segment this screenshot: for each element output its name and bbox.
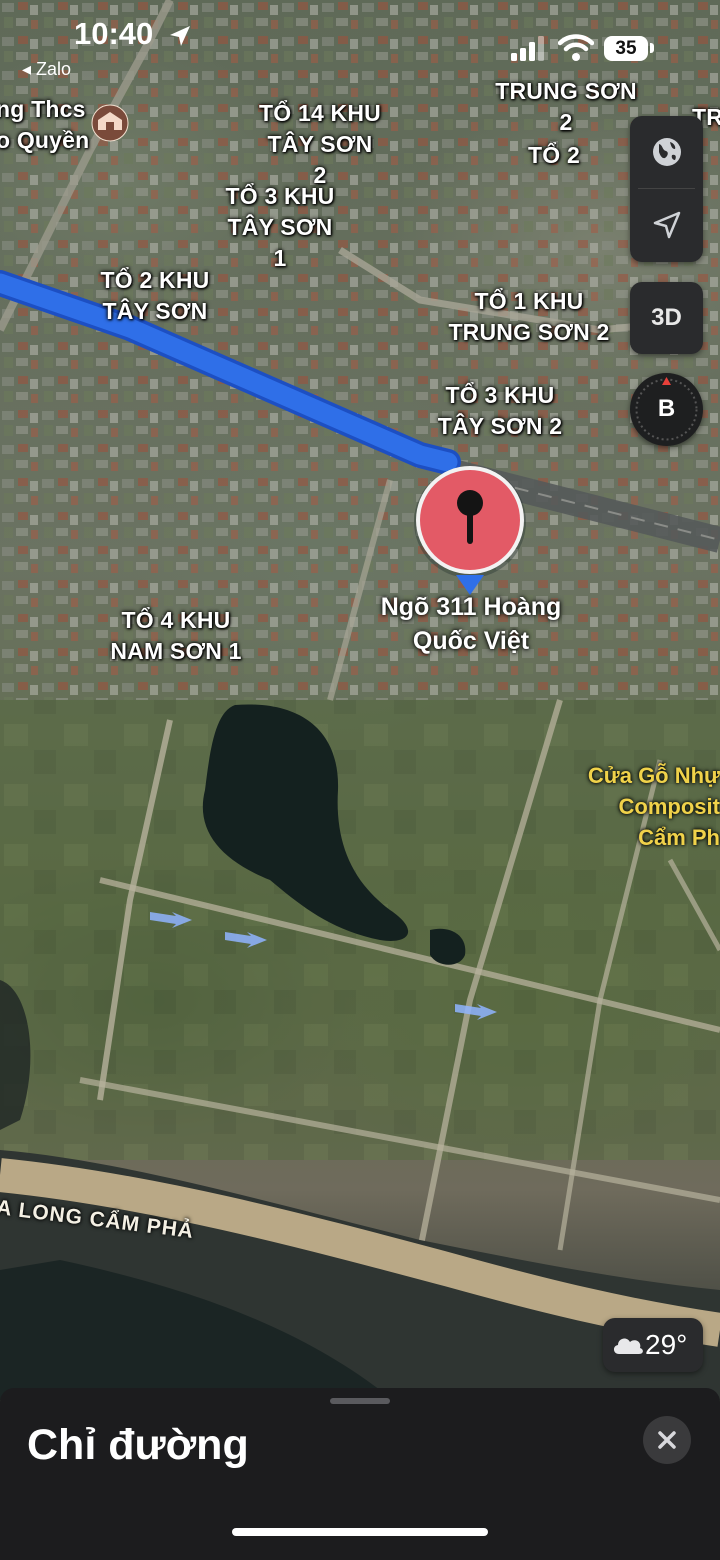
battery-indicator: 35 — [604, 36, 648, 61]
area-label-to2-ts: TỔ 2 KHU TÂY SƠN — [100, 267, 210, 324]
wifi-icon — [558, 34, 594, 61]
sheet-grabber[interactable] — [330, 1398, 390, 1404]
satellite-map[interactable]: TỔ 14 KHU TÂY SƠN 2 TỔ 3 KHU TÂY SƠN 1 T… — [0, 0, 720, 1400]
status-time: 10:40 — [74, 16, 154, 51]
school-icon — [91, 104, 129, 142]
location-arrow-icon — [653, 211, 680, 239]
map-base — [0, 0, 720, 1400]
area-label-to4-ns1: TỔ 4 KHU NAM SƠN 1 — [110, 607, 242, 664]
globe-icon — [652, 138, 681, 166]
sheet-title: Chỉ đường — [27, 1421, 249, 1469]
map-style-button[interactable] — [630, 116, 703, 188]
view-3d-label: 3D — [651, 304, 682, 331]
signal-icon — [511, 36, 544, 61]
view-3d-button[interactable]: 3D — [630, 282, 703, 354]
directions-sheet[interactable]: Chỉ đường — [0, 1388, 720, 1560]
back-to-app-link[interactable]: ◂ Zalo — [22, 59, 71, 80]
location-services-icon — [170, 26, 190, 46]
area-label-to3-ts1: TỔ 3 KHU TÂY SƠN 1 — [225, 183, 335, 271]
area-label-to14: TỔ 14 KHU TÂY SƠN 2 — [259, 100, 381, 188]
area-label-to3-ts2: TỔ 3 KHU TÂY SƠN 2 — [437, 382, 563, 439]
battery-tip — [650, 43, 654, 53]
compass-letter: B — [657, 395, 676, 422]
school-label[interactable]: ng Thcs o Quyền — [0, 94, 96, 156]
area-label-to1-trungson2: TỔ 1 KHU TRUNG SƠN 2 — [448, 288, 610, 345]
status-bar: 10:40 ◂ Zalo 35 — [0, 0, 720, 90]
map-controls-group — [630, 116, 703, 262]
compass-button[interactable]: B — [630, 373, 703, 446]
poi-label-cua-go[interactable]: Cửa Gỗ Nhự Composit Cẩm Ph — [560, 760, 720, 853]
locate-me-button[interactable] — [630, 189, 703, 261]
pin-label[interactable]: Ngõ 311 Hoàng Quốc Việt — [356, 590, 586, 658]
close-button[interactable] — [643, 1416, 691, 1464]
close-icon — [658, 1431, 676, 1449]
area-label-to2: TỔ 2 — [528, 142, 580, 168]
home-indicator[interactable] — [232, 1528, 488, 1536]
weather-badge[interactable]: 29° — [603, 1318, 703, 1372]
cloud-icon — [613, 1338, 643, 1354]
weather-temperature: 29° — [645, 1329, 688, 1360]
